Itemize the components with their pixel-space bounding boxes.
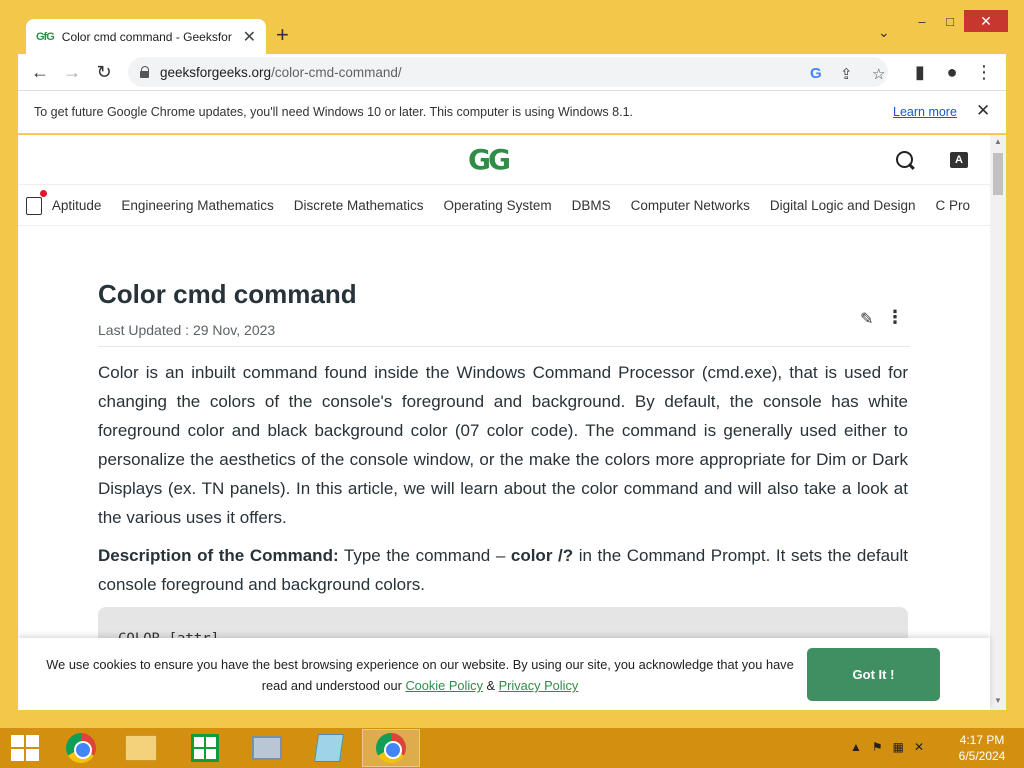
- new-tab-button[interactable]: +: [276, 22, 289, 48]
- category-item[interactable]: Aptitude: [52, 198, 102, 213]
- flag-icon[interactable]: ⚑: [872, 740, 883, 754]
- gfg-logo[interactable]: GG: [468, 143, 511, 176]
- taskbar-monitor-icon[interactable]: [238, 729, 296, 767]
- browser-toolbar: ← → ↻ geeksforgeeks.org/color-cmd-comman…: [18, 54, 1006, 90]
- windows-taskbar: ▲ ⚑ ▦ ✕ 4:17 PM 6/5/2024: [0, 728, 1024, 768]
- taskbar-store-icon[interactable]: [176, 729, 234, 767]
- start-windows-icon[interactable]: [8, 734, 42, 762]
- tray-chevron-icon[interactable]: ▲: [850, 740, 862, 754]
- more-options-icon[interactable]: ⋮: [886, 307, 904, 328]
- category-item[interactable]: Digital Logic and Design: [770, 198, 916, 213]
- privacy-policy-link[interactable]: Privacy Policy: [499, 678, 579, 693]
- address-bar[interactable]: geeksforgeeks.org/color-cmd-command/ G ⇪…: [128, 57, 888, 87]
- taskbar-chrome-icon[interactable]: [52, 729, 110, 767]
- menu-kebab-icon[interactable]: ⋮: [972, 60, 996, 84]
- side-panel-icon[interactable]: ▮: [908, 60, 932, 84]
- site-header: GG A: [18, 135, 990, 185]
- category-item[interactable]: Operating System: [444, 198, 552, 213]
- taskbar-explorer-icon[interactable]: [112, 729, 170, 767]
- reload-icon[interactable]: ↻: [92, 60, 116, 84]
- learn-more-link[interactable]: Learn more: [893, 105, 957, 119]
- back-icon[interactable]: ←: [28, 60, 52, 84]
- tab-close-icon[interactable]: ✕: [243, 27, 256, 47]
- scroll-up-icon[interactable]: ▲: [994, 137, 1002, 146]
- translate-icon[interactable]: A: [950, 152, 968, 168]
- command-text: color /?: [510, 546, 574, 565]
- bookmark-star-icon[interactable]: ☆: [872, 65, 885, 83]
- browser-tab[interactable]: GfG Color cmd command - Geeksfor ✕: [26, 19, 266, 54]
- page-viewport: GG A Aptitude Engineering Mathematics Di…: [18, 135, 1006, 710]
- taskbar-notepad-icon[interactable]: [300, 729, 358, 767]
- browser-window: GfG Color cmd command - Geeksfor ✕ + ⌄ –…: [0, 0, 1024, 728]
- last-updated: Last Updated : 29 Nov, 2023: [98, 322, 276, 338]
- paragraph-text: Type the command –: [338, 546, 511, 565]
- tab-strip: GfG Color cmd command - Geeksfor ✕ + ⌄: [18, 10, 1008, 54]
- page-title: Color cmd command: [98, 279, 357, 309]
- google-lens-icon[interactable]: G: [810, 65, 822, 82]
- scroll-thumb[interactable]: [993, 153, 1003, 195]
- article-paragraph: Color is an inbuilt command found inside…: [98, 363, 908, 527]
- notification-dot: [40, 189, 47, 197]
- cookie-text: We use cookies to ensure you have the be…: [40, 654, 800, 696]
- taskbar-chrome-active-icon[interactable]: [362, 729, 420, 767]
- gfg-favicon-icon: GfG: [36, 30, 55, 43]
- system-tray: ▲ ⚑ ▦ ✕: [850, 740, 924, 754]
- search-icon[interactable]: [896, 151, 916, 171]
- share-icon[interactable]: ⇪: [840, 65, 853, 83]
- minimize-button[interactable]: –: [908, 10, 936, 32]
- update-infobar: To get future Google Chrome updates, you…: [18, 90, 1006, 134]
- menu-book-icon[interactable]: [20, 186, 48, 225]
- page-scrollbar[interactable]: ▲ ▼: [990, 135, 1006, 710]
- infobar-message: To get future Google Chrome updates, you…: [34, 105, 633, 119]
- clock-time: 4:17 PM: [959, 733, 1005, 747]
- profile-avatar-icon[interactable]: ●: [940, 60, 964, 84]
- cookie-policy-link[interactable]: Cookie Policy: [405, 678, 483, 693]
- lock-icon: [140, 66, 150, 78]
- category-item[interactable]: DBMS: [572, 198, 611, 213]
- clock-date: 6/5/2024: [958, 749, 1006, 763]
- description-label: Description of the Command:: [98, 546, 339, 565]
- volume-muted-icon[interactable]: ✕: [914, 740, 924, 754]
- infobar-close-icon[interactable]: ✕: [976, 101, 990, 121]
- close-window-button[interactable]: ✕: [964, 10, 1008, 32]
- url-host: geeksforgeeks.org: [160, 64, 272, 80]
- got-it-button[interactable]: Got It !: [807, 648, 940, 701]
- category-nav: Aptitude Engineering Mathematics Discret…: [18, 186, 990, 226]
- cookie-banner: We use cookies to ensure you have the be…: [18, 638, 990, 710]
- scroll-down-icon[interactable]: ▼: [994, 696, 1002, 705]
- category-item[interactable]: Computer Networks: [631, 198, 750, 213]
- tab-search-button[interactable]: ⌄: [878, 24, 890, 41]
- divider: [98, 346, 910, 347]
- tab-title: Color cmd command - Geeksfor: [61, 29, 232, 44]
- category-item[interactable]: C Pro: [935, 198, 970, 213]
- category-item[interactable]: Engineering Mathematics: [121, 198, 273, 213]
- article-paragraph: Description of the Command: Type the com…: [98, 541, 908, 599]
- network-icon[interactable]: ▦: [893, 740, 904, 754]
- maximize-button[interactable]: □: [936, 10, 964, 32]
- cookie-amp: &: [482, 678, 499, 693]
- category-item[interactable]: Discrete Mathematics: [294, 198, 424, 213]
- url-path: /color-cmd-command/: [271, 64, 402, 80]
- taskbar-clock[interactable]: 4:17 PM 6/5/2024: [944, 732, 1020, 764]
- forward-icon[interactable]: →: [60, 60, 84, 84]
- edit-pencil-icon[interactable]: ✎: [860, 309, 873, 329]
